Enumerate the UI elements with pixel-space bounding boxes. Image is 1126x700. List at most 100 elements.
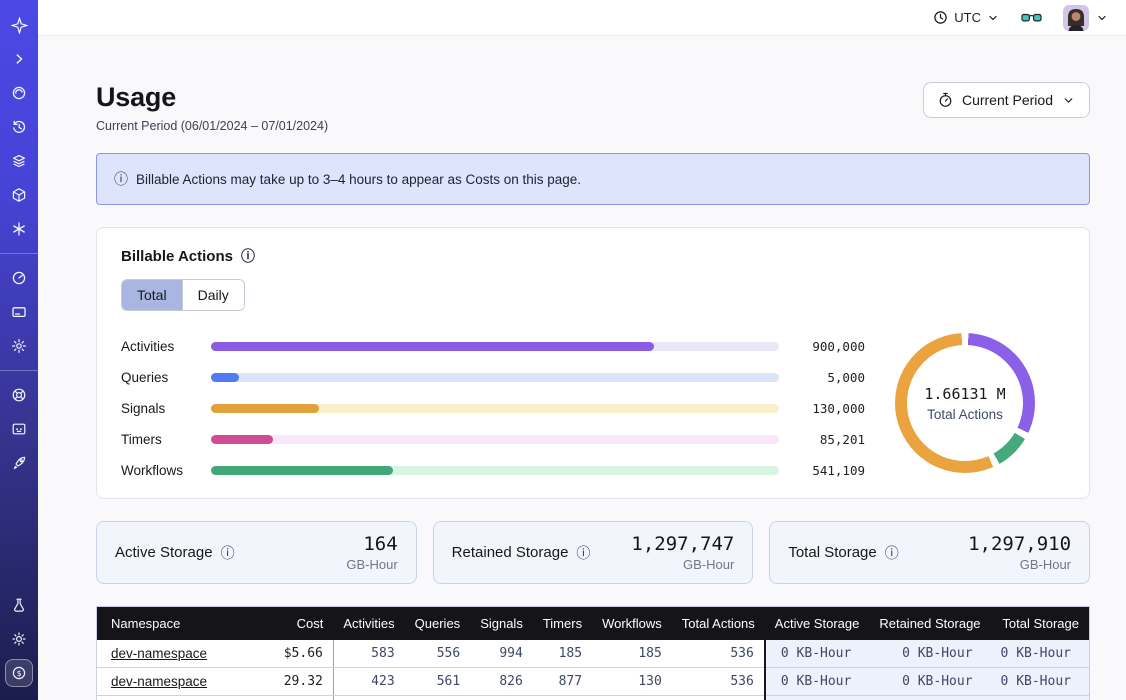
storage-card-value: 1,297,747: [631, 533, 734, 555]
stopwatch-icon: [938, 92, 953, 108]
cell-active-storage: 0 KB-Hour: [765, 696, 870, 700]
sidebar: $: [0, 0, 38, 700]
cell-retained-storage: 0 KB-Hour: [869, 668, 990, 696]
cell-workflows: 185: [592, 640, 672, 668]
col-signals: Signals: [470, 607, 533, 641]
dollar-coin-icon[interactable]: $: [5, 659, 33, 687]
info-banner-text: Billable Actions may take up to 3–4 hour…: [136, 172, 581, 187]
cell-signals: 883: [470, 696, 533, 700]
bar-track: [211, 373, 779, 382]
info-banner: ⓘ Billable Actions may take up to 3–4 ho…: [96, 153, 1090, 205]
bar-fill: [211, 466, 393, 475]
cell-total-storage: 0 KB-Hour: [991, 668, 1090, 696]
bar-track: [211, 466, 779, 475]
storage-summary-row: Active Storage ⓘ 164 GB-Hour Retained St…: [96, 521, 1090, 584]
topbar: UTC: [38, 0, 1126, 36]
bar-value: 900,000: [779, 339, 865, 354]
namespace-link[interactable]: dev-namespace: [111, 646, 207, 661]
col-workflows: Workflows: [592, 607, 672, 641]
cell-cost: 29.32: [273, 668, 334, 696]
swirl-icon[interactable]: [5, 79, 33, 107]
donut-wrap: 1.66131 M Total Actions: [865, 331, 1065, 473]
cell-active-storage: 0 KB-Hour: [765, 640, 870, 668]
retained-storage-card: Retained Storage ⓘ 1,297,747 GB-Hour: [433, 521, 754, 584]
info-icon[interactable]: ⓘ: [885, 543, 899, 563]
tab-total[interactable]: Total: [122, 280, 182, 310]
timezone-selector[interactable]: UTC: [933, 10, 999, 25]
sun-icon[interactable]: [5, 625, 33, 653]
bar-fill: [211, 373, 239, 382]
bar-label: Queries: [121, 370, 211, 385]
donut-total-label: Total Actions: [924, 407, 1005, 422]
storage-card-label: Active Storage: [115, 544, 213, 561]
cell-retained-storage: 0 KB-Hour: [869, 640, 990, 668]
cube-icon[interactable]: [5, 181, 33, 209]
cell-cost: $5.66: [273, 640, 334, 668]
info-icon[interactable]: ⓘ: [221, 543, 235, 563]
cell-queries: 561: [405, 668, 471, 696]
billable-actions-card: Billable Actions ⓘ Total Daily Activitie…: [96, 227, 1090, 499]
col-total-storage: Total Storage: [991, 607, 1090, 641]
clock-icon: [933, 10, 948, 25]
user-menu[interactable]: [1063, 5, 1108, 31]
bar-label: Workflows: [121, 463, 211, 478]
page-subtitle: Current Period (06/01/2024 – 07/01/2024): [96, 119, 328, 133]
cell-total-actions: 536: [672, 640, 765, 668]
cell-workflows: 130: [592, 668, 672, 696]
storage-card-unit: GB-Hour: [346, 557, 397, 572]
bar-track: [211, 342, 779, 351]
bar-row-activities: Activities 900,000: [121, 339, 865, 354]
bar-value: 541,109: [779, 463, 865, 478]
cell-total-actions: 536: [672, 668, 765, 696]
cell-activities: 423: [333, 668, 404, 696]
chevron-down-icon: [1062, 94, 1075, 107]
storage-card-label: Total Storage: [788, 544, 876, 561]
app: $ UTC Usage Current Period (06/01/20: [0, 0, 1126, 700]
period-dropdown-label: Current Period: [962, 92, 1053, 108]
cell-active-storage: 0 KB-Hour: [765, 668, 870, 696]
bar-fill: [211, 404, 319, 413]
bar-label: Timers: [121, 432, 211, 447]
tab-daily[interactable]: Daily: [182, 280, 244, 310]
card-icon[interactable]: [5, 298, 33, 326]
bar-track: [211, 435, 779, 444]
glasses-icon[interactable]: [1017, 4, 1045, 32]
col-timers: Timers: [533, 607, 592, 641]
billable-actions-title: Billable Actions: [121, 248, 233, 265]
billable-bar-chart: Activities 900,000 Queries 5,000 Signals: [121, 339, 865, 478]
total-storage-card: Total Storage ⓘ 1,297,910 GB-Hour: [769, 521, 1090, 584]
cell-timers: 185: [533, 640, 592, 668]
cell-total-storage: 0 KB-Hour: [991, 640, 1090, 668]
rocket-icon[interactable]: [5, 449, 33, 477]
layers-icon[interactable]: [5, 147, 33, 175]
sidebar-divider: [0, 370, 38, 371]
namespace-link[interactable]: dev-namespace: [111, 674, 207, 689]
page-title: Usage: [96, 82, 328, 113]
total-actions-donut: 1.66131 M Total Actions: [895, 333, 1035, 473]
col-activities: Activities: [333, 607, 404, 641]
pinwheel-logo-icon[interactable]: [5, 11, 33, 39]
gear-icon[interactable]: [5, 332, 33, 360]
lifebuoy-icon[interactable]: [5, 381, 33, 409]
info-icon[interactable]: ⓘ: [576, 543, 590, 563]
col-queries: Queries: [405, 607, 471, 641]
col-namespace: Namespace: [97, 607, 273, 641]
cell-queries: 536: [405, 696, 471, 700]
cell-activities: 583: [333, 640, 404, 668]
col-active-storage: Active Storage: [765, 607, 870, 641]
asterisk-icon[interactable]: [5, 215, 33, 243]
cell-timers: 816: [533, 696, 592, 700]
period-dropdown-button[interactable]: Current Period: [923, 82, 1090, 118]
bar-label: Activities: [121, 339, 211, 354]
donut-total-value: 1.66131 M: [924, 385, 1005, 403]
retry-clock-icon[interactable]: [5, 113, 33, 141]
flask-icon[interactable]: [5, 591, 33, 619]
chevron-down-icon: [987, 12, 999, 24]
col-total-actions: Total Actions: [672, 607, 765, 641]
info-icon[interactable]: ⓘ: [241, 246, 255, 266]
chevron-right-icon[interactable]: [5, 45, 33, 73]
gauge-icon[interactable]: [5, 264, 33, 292]
monitor-icon[interactable]: [5, 415, 33, 443]
bar-label: Signals: [121, 401, 211, 416]
storage-card-value: 164: [346, 533, 397, 555]
